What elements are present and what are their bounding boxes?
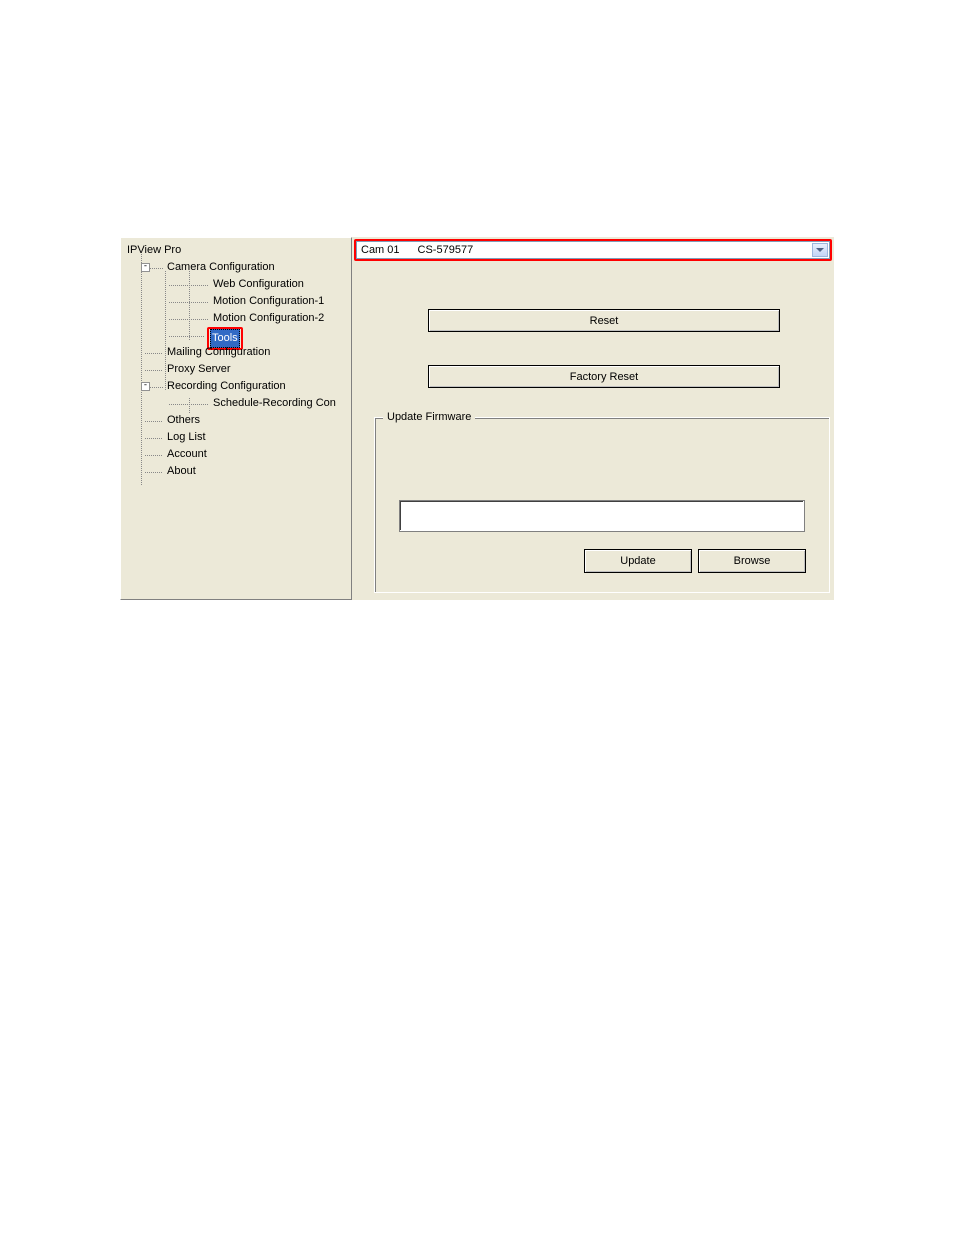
tree-web-config[interactable]: Web Configuration: [211, 276, 306, 293]
expander-camera-config[interactable]: [141, 263, 150, 272]
tree-mailing[interactable]: Mailing Configuration: [165, 344, 272, 361]
firmware-path-input[interactable]: [399, 500, 805, 532]
tree-log-list[interactable]: Log List: [165, 429, 208, 446]
factory-reset-button-label: Factory Reset: [570, 371, 638, 383]
tree-motion-2[interactable]: Motion Configuration-2: [211, 310, 326, 327]
tree-schedule-recording[interactable]: Schedule-Recording Con: [211, 395, 338, 412]
tree-recording-config[interactable]: Recording Configuration: [165, 378, 288, 395]
tree-about[interactable]: About: [165, 463, 198, 480]
camera-select-button[interactable]: [812, 243, 828, 257]
update-button-label: Update: [620, 555, 655, 567]
tree-root[interactable]: IPView Pro: [125, 242, 183, 259]
tree-proxy[interactable]: Proxy Server: [165, 361, 233, 378]
update-button[interactable]: Update: [584, 549, 692, 573]
factory-reset-button[interactable]: Factory Reset: [428, 365, 780, 388]
expander-recording[interactable]: [141, 382, 150, 391]
tree-camera-config[interactable]: Camera Configuration: [165, 259, 277, 276]
reset-button-label: Reset: [590, 315, 619, 327]
tree-others[interactable]: Others: [165, 412, 202, 429]
tree-motion-1[interactable]: Motion Configuration-1: [211, 293, 326, 310]
camera-select-id: CS-579577: [418, 244, 474, 256]
app-window: IPView Pro Camera Configuration Web Conf…: [120, 237, 834, 600]
content-panel: Cam 01 CS-579577 Reset Factory Reset Upd…: [352, 237, 834, 600]
tree-panel: IPView Pro Camera Configuration Web Conf…: [120, 237, 352, 600]
camera-select[interactable]: Cam 01 CS-579577: [356, 241, 830, 259]
reset-button[interactable]: Reset: [428, 309, 780, 332]
camera-select-highlight: Cam 01 CS-579577: [354, 239, 832, 261]
update-firmware-title: Update Firmware: [383, 411, 475, 423]
navigation-tree: IPView Pro Camera Configuration Web Conf…: [121, 238, 351, 480]
tree-account[interactable]: Account: [165, 446, 209, 463]
browse-button[interactable]: Browse: [698, 549, 806, 573]
chevron-down-icon: [816, 248, 824, 252]
camera-select-label: Cam 01: [361, 244, 400, 256]
browse-button-label: Browse: [734, 555, 771, 567]
